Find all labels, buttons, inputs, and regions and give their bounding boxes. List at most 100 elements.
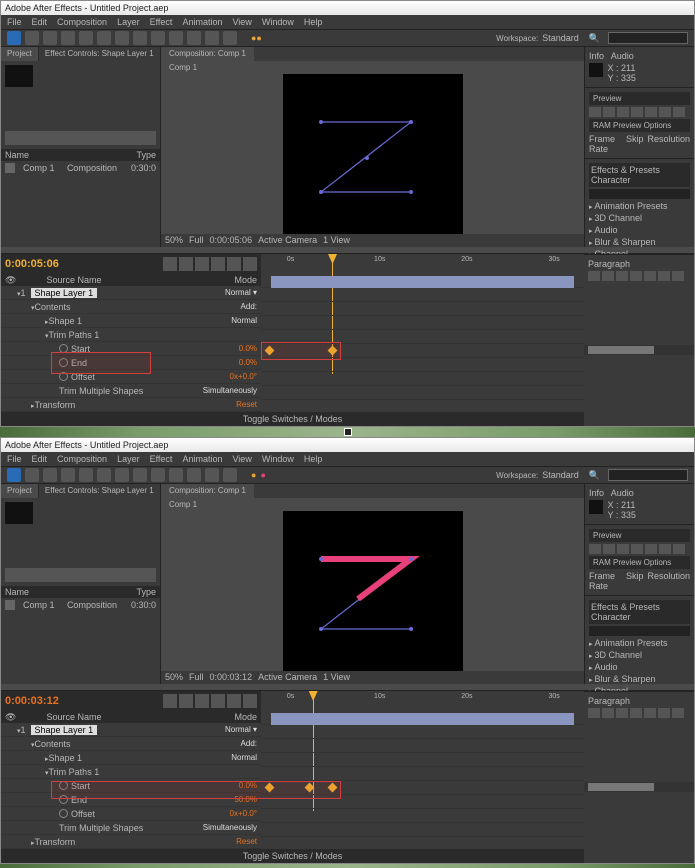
menu-view[interactable]: View <box>232 454 251 464</box>
timeline-ruler[interactable]: 0s 10s 20s 30s <box>261 254 584 274</box>
prop-end[interactable]: End0.0% <box>1 356 261 370</box>
time-value[interactable]: 0:00:05:06 <box>210 235 253 245</box>
res-value[interactable]: Full <box>189 235 204 245</box>
view-value[interactable]: 1 View <box>323 672 350 682</box>
menu-layer[interactable]: Layer <box>117 454 140 464</box>
justify-last-left-icon[interactable] <box>644 271 656 281</box>
camera-tool-icon[interactable] <box>79 31 93 45</box>
justify-icon[interactable] <box>630 271 642 281</box>
tl-btn-5[interactable] <box>227 257 241 271</box>
brush-tool-icon[interactable] <box>169 468 183 482</box>
justify-icon[interactable] <box>630 708 642 718</box>
first-frame-icon[interactable] <box>589 544 601 554</box>
timecode[interactable]: 0:00:03:12 <box>5 695 59 707</box>
menu-composition[interactable]: Composition <box>57 454 107 464</box>
timecode[interactable]: 0:00:05:06 <box>5 258 59 270</box>
zoom-value[interactable]: 50% <box>165 672 183 682</box>
puppet-tool-icon[interactable] <box>223 31 237 45</box>
tl-btn-6[interactable] <box>243 694 257 708</box>
tab-composition[interactable]: Composition: Comp 1 <box>161 47 254 61</box>
layer-bar[interactable] <box>271 276 574 288</box>
cat-animation-presets[interactable]: Animation Presets <box>589 201 690 211</box>
camera-tool-icon[interactable] <box>79 468 93 482</box>
rotate-tool-icon[interactable] <box>61 468 75 482</box>
ram-preview-options[interactable]: RAM Preview Options <box>589 556 690 569</box>
align-center-icon[interactable] <box>602 271 614 281</box>
audio-tab[interactable]: Audio <box>611 488 634 498</box>
tl-btn-1[interactable] <box>163 694 177 708</box>
camera-value[interactable]: Active Camera <box>258 235 317 245</box>
character-tab[interactable]: Character <box>591 612 631 622</box>
prop-trim-multiple[interactable]: Trim Multiple ShapesSimultaneously <box>1 821 261 835</box>
tab-composition[interactable]: Composition: Comp 1 <box>161 484 254 498</box>
info-tab[interactable]: Info <box>589 488 604 498</box>
justify-all-icon[interactable] <box>672 271 684 281</box>
paragraph-tab[interactable]: Paragraph <box>588 259 690 269</box>
clone-tool-icon[interactable] <box>187 31 201 45</box>
first-frame-icon[interactable] <box>589 107 601 117</box>
col-type[interactable]: Type <box>136 150 156 160</box>
text-tool-icon[interactable] <box>151 468 165 482</box>
project-item-comp1[interactable]: Comp 1 Composition 0:30:0 <box>1 161 160 175</box>
prop-trim-multiple[interactable]: Trim Multiple ShapesSimultaneously <box>1 384 261 398</box>
align-left-icon[interactable] <box>588 271 600 281</box>
project-filter-input[interactable] <box>5 131 156 145</box>
tl-btn-3[interactable] <box>195 257 209 271</box>
info-tab[interactable]: Info <box>589 51 604 61</box>
pan-behind-tool-icon[interactable] <box>97 468 111 482</box>
time-value[interactable]: 0:00:03:12 <box>210 672 253 682</box>
titlebar[interactable]: Adobe After Effects - Untitled Project.a… <box>1 438 694 452</box>
col-name[interactable]: Name <box>5 587 29 597</box>
mute-icon[interactable] <box>673 544 685 554</box>
brush-tool-icon[interactable] <box>169 31 183 45</box>
scrollbar[interactable] <box>584 345 694 355</box>
eraser-tool-icon[interactable] <box>205 31 219 45</box>
last-frame-icon[interactable] <box>645 107 657 117</box>
cat-3d-channel[interactable]: 3D Channel <box>589 650 690 660</box>
cat-audio[interactable]: Audio <box>589 225 690 235</box>
next-frame-icon[interactable] <box>631 544 643 554</box>
toggle-switches-button[interactable]: Toggle Switches / Modes <box>243 851 343 861</box>
ram-preview-options[interactable]: RAM Preview Options <box>589 119 690 132</box>
character-tab[interactable]: Character <box>591 175 631 185</box>
audio-tab[interactable]: Audio <box>611 51 634 61</box>
prop-trim-paths[interactable]: Trim Paths 1 <box>1 328 261 342</box>
track-area[interactable] <box>261 711 584 849</box>
effects-search-input[interactable] <box>589 189 690 199</box>
prop-transform[interactable]: TransformReset <box>1 835 261 849</box>
prop-trim-paths[interactable]: Trim Paths 1 <box>1 765 261 779</box>
tl-btn-2[interactable] <box>179 694 193 708</box>
prop-transform[interactable]: TransformReset <box>1 398 261 412</box>
justify-all-icon[interactable] <box>672 708 684 718</box>
menu-layer[interactable]: Layer <box>117 17 140 27</box>
selection-tool-icon[interactable] <box>7 31 21 45</box>
tl-btn-5[interactable] <box>227 694 241 708</box>
menu-edit[interactable]: Edit <box>32 454 48 464</box>
search-help-input[interactable] <box>608 469 688 481</box>
menu-help[interactable]: Help <box>304 454 323 464</box>
project-filter-input[interactable] <box>5 568 156 582</box>
tl-btn-4[interactable] <box>211 257 225 271</box>
prop-contents[interactable]: ContentsAdd: <box>1 737 261 751</box>
text-tool-icon[interactable] <box>151 31 165 45</box>
view-value[interactable]: 1 View <box>323 235 350 245</box>
menu-window[interactable]: Window <box>262 454 294 464</box>
zoom-value[interactable]: 50% <box>165 235 183 245</box>
tl-btn-6[interactable] <box>243 257 257 271</box>
menu-animation[interactable]: Animation <box>182 17 222 27</box>
tab-project[interactable]: Project <box>1 484 38 498</box>
paragraph-tab[interactable]: Paragraph <box>588 696 690 706</box>
menu-animation[interactable]: Animation <box>182 454 222 464</box>
mute-icon[interactable] <box>673 107 685 117</box>
selection-tool-icon[interactable] <box>7 468 21 482</box>
play-icon[interactable] <box>617 107 629 117</box>
puppet-tool-icon[interactable] <box>223 468 237 482</box>
align-right-icon[interactable] <box>616 708 628 718</box>
titlebar[interactable]: Adobe After Effects - Untitled Project.a… <box>1 1 694 15</box>
zoom-tool-icon[interactable] <box>43 31 57 45</box>
toggle-switches-button[interactable]: Toggle Switches / Modes <box>243 414 343 424</box>
col-type[interactable]: Type <box>136 587 156 597</box>
menu-window[interactable]: Window <box>262 17 294 27</box>
cat-audio[interactable]: Audio <box>589 662 690 672</box>
track-area[interactable] <box>261 274 584 412</box>
